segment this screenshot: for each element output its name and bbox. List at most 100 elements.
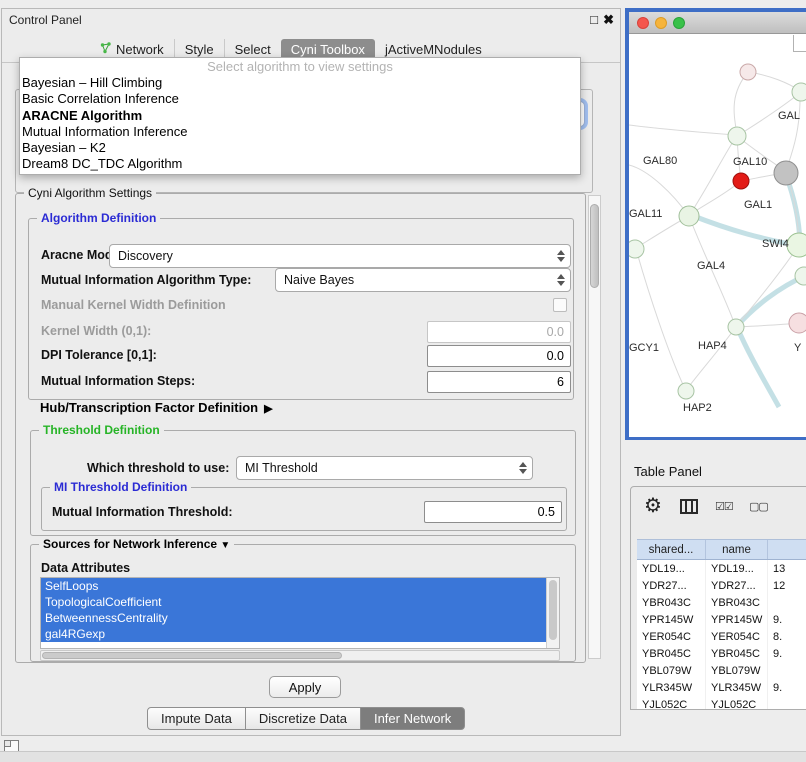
- network-canvas[interactable]: GAL80 GAL10 GAL GAL11 GAL1 SWI4 GAL4 GCY…: [629, 35, 806, 437]
- cell[interactable]: YLR345W: [637, 679, 706, 696]
- zoom-traffic-light[interactable]: [673, 17, 685, 29]
- scrollbar-thumb[interactable]: [549, 580, 557, 640]
- table-row[interactable]: YPR145WYPR145W9.: [637, 611, 806, 628]
- network-node[interactable]: [728, 127, 746, 145]
- tab-label: Style: [185, 42, 214, 57]
- network-node[interactable]: [787, 233, 806, 257]
- network-window-titlebar[interactable]: [629, 12, 806, 34]
- cell[interactable]: 9.: [768, 679, 806, 696]
- table-row[interactable]: YBR043CYBR043C: [637, 594, 806, 611]
- cell[interactable]: YBL079W: [637, 662, 706, 679]
- cell[interactable]: YPR145W: [637, 611, 706, 628]
- network-node[interactable]: [792, 83, 806, 101]
- scrollbar-thumb[interactable]: [590, 204, 599, 288]
- which-threshold-combobox[interactable]: MI Threshold: [236, 456, 533, 480]
- cell[interactable]: YDR27...: [637, 577, 706, 594]
- control-panel-titlebar: Control Panel □ ✖: [2, 9, 620, 33]
- cell[interactable]: YJL052C: [637, 696, 706, 710]
- attribute-item-selected[interactable]: TopologicalCoefficient: [41, 594, 546, 610]
- table-row[interactable]: YDL19...YDL19...13: [637, 560, 806, 577]
- network-node[interactable]: [728, 319, 744, 335]
- node-label: GAL1: [744, 199, 772, 211]
- close-icon[interactable]: ✖: [603, 12, 614, 28]
- dropdown-item[interactable]: Basic Correlation Inference: [20, 91, 580, 107]
- table-row[interactable]: YJL052CYJL052C: [637, 696, 806, 710]
- cell[interactable]: YBL079W: [706, 662, 768, 679]
- aracne-mode-combobox[interactable]: Discovery: [109, 244, 571, 268]
- close-traffic-light[interactable]: [637, 17, 649, 29]
- manual-kernel-width-checkbox[interactable]: [553, 298, 567, 312]
- dropdown-item[interactable]: Bayesian – Hill Climbing: [20, 75, 580, 91]
- tab-infer-network[interactable]: Infer Network: [360, 707, 465, 730]
- cell[interactable]: 12: [768, 577, 806, 594]
- scrollbar-thumb[interactable]: [42, 652, 342, 659]
- attribute-item-selected[interactable]: SelfLoops: [41, 578, 546, 594]
- mi-algorithm-type-combobox[interactable]: Naive Bayes: [275, 268, 571, 292]
- table-row[interactable]: YER054CYER054C8.: [637, 628, 806, 645]
- network-node[interactable]: [678, 383, 694, 399]
- cell[interactable]: 13: [768, 560, 806, 577]
- deselect-all-columns-icon[interactable]: ▢▢: [749, 500, 768, 513]
- gear-icon[interactable]: ⚙: [644, 493, 662, 518]
- hub-transcription-factor-section[interactable]: Hub/Transcription Factor Definition▶: [40, 400, 273, 415]
- table-row[interactable]: YBL079WYBL079W: [637, 662, 806, 679]
- column-header-name[interactable]: name: [706, 540, 768, 559]
- cell[interactable]: [768, 662, 806, 679]
- cell[interactable]: YJL052C: [706, 696, 768, 710]
- dropdown-item[interactable]: Dream8 DC_TDC Algorithm: [20, 156, 580, 172]
- cell[interactable]: [768, 594, 806, 611]
- network-node[interactable]: [679, 206, 699, 226]
- cell[interactable]: YLR345W: [706, 679, 768, 696]
- dropdown-item[interactable]: Bayesian – K2: [20, 140, 580, 156]
- select-all-columns-icon[interactable]: ☑☑: [715, 500, 733, 513]
- cell[interactable]: YDL19...: [637, 560, 706, 577]
- column-header-clipped[interactable]: [768, 540, 806, 559]
- minimize-traffic-light[interactable]: [655, 17, 667, 29]
- tab-label: jActiveMNodules: [385, 42, 482, 57]
- network-node-selected-red[interactable]: [733, 173, 749, 189]
- float-panel-icon[interactable]: □: [590, 12, 598, 27]
- network-node-pink[interactable]: [789, 313, 806, 333]
- settings-vertical-scrollbar[interactable]: [588, 195, 601, 659]
- cell[interactable]: [768, 696, 806, 710]
- table-row[interactable]: YBR045CYBR045C9.: [637, 645, 806, 662]
- dpi-tolerance-field[interactable]: [427, 345, 571, 367]
- mi-steps-field[interactable]: [427, 371, 571, 393]
- network-node[interactable]: [629, 240, 644, 258]
- tab-discretize-data[interactable]: Discretize Data: [245, 707, 361, 730]
- group-title: Threshold Definition: [39, 423, 164, 437]
- apply-button[interactable]: Apply: [269, 676, 341, 698]
- tab-impute-data[interactable]: Impute Data: [147, 707, 246, 730]
- combobox-arrows-icon: [557, 269, 565, 291]
- node-label-clipped: GAL: [778, 110, 800, 122]
- cell[interactable]: 9.: [768, 611, 806, 628]
- kernel-width-field[interactable]: [427, 321, 571, 343]
- cell[interactable]: YBR045C: [637, 645, 706, 662]
- attribute-item-selected[interactable]: BetweennessCentrality: [41, 610, 546, 626]
- column-header-shared-name[interactable]: shared...: [637, 540, 706, 559]
- cell[interactable]: 8.: [768, 628, 806, 645]
- cell[interactable]: YBR045C: [706, 645, 768, 662]
- node-label: HAP4: [698, 340, 727, 352]
- list-vertical-scrollbar[interactable]: [546, 578, 559, 648]
- network-node-gray[interactable]: [774, 161, 798, 185]
- mi-threshold-field[interactable]: [424, 501, 562, 523]
- cell[interactable]: YER054C: [706, 628, 768, 645]
- list-horizontal-scrollbar[interactable]: [40, 650, 560, 661]
- show-columns-icon[interactable]: [680, 499, 698, 514]
- dropdown-item-selected[interactable]: ARACNE Algorithm: [20, 108, 580, 124]
- cell[interactable]: YBR043C: [706, 594, 768, 611]
- sources-section-header[interactable]: Sources for Network Inference ▼: [39, 537, 234, 551]
- cell[interactable]: YBR043C: [637, 594, 706, 611]
- network-node[interactable]: [740, 64, 756, 80]
- cell[interactable]: YDL19...: [706, 560, 768, 577]
- combobox-value: Discovery: [118, 249, 173, 263]
- cell[interactable]: YER054C: [637, 628, 706, 645]
- cell[interactable]: 9.: [768, 645, 806, 662]
- cell[interactable]: YPR145W: [706, 611, 768, 628]
- table-row[interactable]: YLR345WYLR345W9.: [637, 679, 806, 696]
- attribute-item-selected[interactable]: gal4RGexp: [41, 626, 546, 642]
- dropdown-item[interactable]: Mutual Information Inference: [20, 124, 580, 140]
- cell[interactable]: YDR27...: [706, 577, 768, 594]
- table-row[interactable]: YDR27...YDR27...12: [637, 577, 806, 594]
